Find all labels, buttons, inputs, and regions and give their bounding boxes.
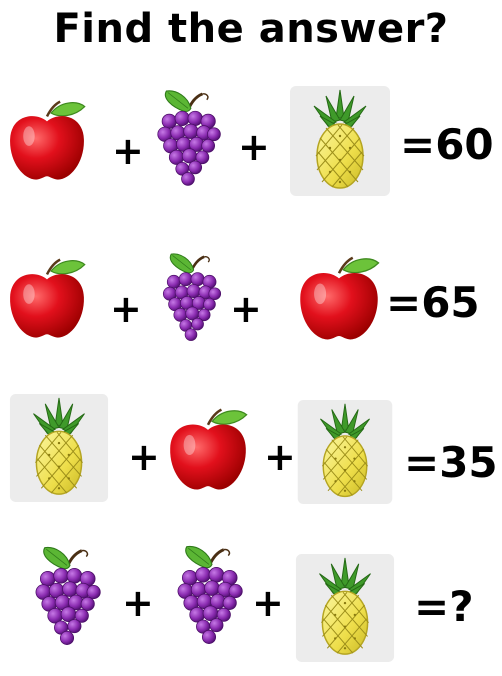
plus-operator: + [112,129,144,173]
puzzle-title: Find the answer? [53,6,449,52]
pineapple-icon [292,400,398,504]
plus-operator: + [238,125,270,169]
unknown-result: =? [414,582,474,631]
grapes-icon [152,84,224,196]
pineapple-icon [286,86,394,196]
plus-operator: + [110,287,142,331]
pineapple-icon [6,394,112,502]
pineapple-icon [290,554,400,662]
plus-operator: + [230,287,262,331]
plus-operator: + [128,435,160,479]
apple-icon [296,252,382,346]
grapes-icon [30,542,104,654]
apple-icon [6,96,88,186]
equation-result: =60 [400,120,494,169]
apple-icon [6,254,88,344]
plus-operator: + [252,581,284,625]
equation-result: =35 [404,438,498,487]
plus-operator: + [122,581,154,625]
grapes-icon [172,540,246,654]
grapes-icon [158,246,224,352]
apple-icon [166,404,250,496]
equation-result: =65 [386,278,480,327]
